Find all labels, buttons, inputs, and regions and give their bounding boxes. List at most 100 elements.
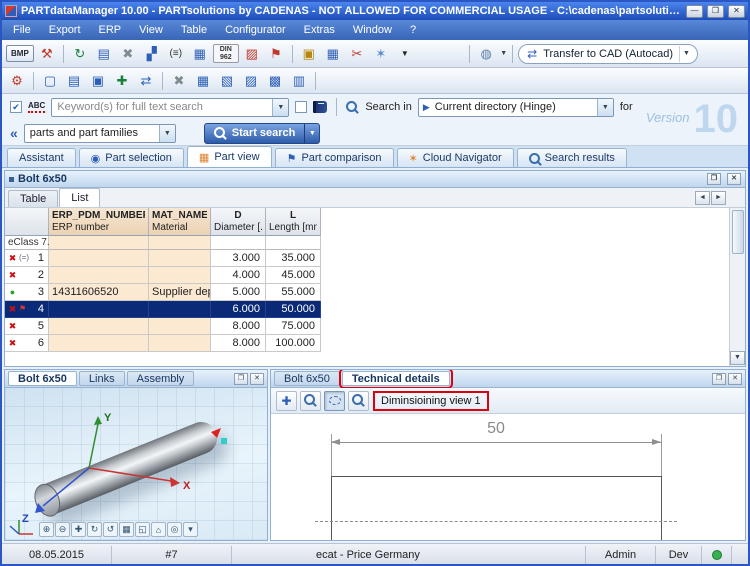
- pan-icon[interactable]: ✚: [71, 522, 86, 537]
- fulltext-checkbox[interactable]: ✔: [10, 101, 22, 113]
- tab-assembly[interactable]: Assembly: [127, 371, 195, 386]
- table-row-6[interactable]: ✖ 6 8.000 100.000: [5, 335, 321, 352]
- column-header-diameter[interactable]: D Diameter [...: [211, 208, 266, 236]
- form-view-icon[interactable]: ▧: [216, 71, 238, 91]
- table-view-icon[interactable]: ▦: [192, 71, 214, 91]
- export-bmp-button[interactable]: BMP: [6, 45, 34, 62]
- table-row-3[interactable]: ● 3 14311606520 Supplier depenc 5.000 55…: [5, 284, 321, 301]
- trash-icon[interactable]: ✖: [168, 71, 190, 91]
- tab-search-results[interactable]: Search results: [517, 148, 627, 167]
- delete-icon[interactable]: ✖: [117, 44, 139, 64]
- rotate-ccw-icon[interactable]: ↺: [103, 522, 118, 537]
- menu-export[interactable]: Export: [40, 21, 90, 39]
- panel-close-button[interactable]: ✕: [728, 373, 742, 385]
- scroll-left-button[interactable]: ◄: [695, 191, 710, 205]
- table-row-5[interactable]: ✖ 5 8.000 75.000: [5, 318, 321, 335]
- cell-erp[interactable]: [49, 267, 149, 284]
- zoom-out-icon[interactable]: ⊖: [55, 522, 70, 537]
- cell-erp[interactable]: [49, 301, 149, 318]
- wrench-icon[interactable]: ⚒: [36, 44, 58, 64]
- cell-diameter[interactable]: 3.000: [211, 250, 266, 267]
- table-row-1[interactable]: ✖ (=) 1 3.000 35.000: [5, 250, 321, 267]
- transfer-to-cad-combo[interactable]: ⇄ Transfer to CAD (Autocad) ▼: [518, 44, 698, 64]
- cell-material[interactable]: [149, 301, 211, 318]
- table-panel-title-bar[interactable]: Bolt 6x50 ❐ ✕: [5, 171, 745, 188]
- cell-length[interactable]: 75.000: [266, 318, 321, 335]
- scroll-down-button[interactable]: ▼: [730, 351, 745, 365]
- catalog-checkbox[interactable]: [295, 101, 307, 113]
- tab-part-view[interactable]: ▦ Part view: [187, 146, 272, 167]
- cell-diameter[interactable]: 6.000: [211, 301, 266, 318]
- menu-configurator[interactable]: Configurator: [216, 21, 295, 39]
- cell-length[interactable]: 50.000: [266, 301, 321, 318]
- list-view-icon[interactable]: ▩: [264, 71, 286, 91]
- render-mode-icon[interactable]: ◎: [167, 522, 182, 537]
- more-tools-dropdown-icon[interactable]: ▼: [394, 44, 416, 64]
- catalog-book-icon[interactable]: [313, 101, 327, 113]
- cut-icon[interactable]: ✂: [346, 44, 368, 64]
- sphere-dropdown-icon[interactable]: ▼: [500, 50, 507, 57]
- keyword-search-input[interactable]: Keyword(s) for full text search ▼: [51, 98, 289, 117]
- cell-material[interactable]: [149, 267, 211, 284]
- new-doc-icon[interactable]: ▢: [39, 71, 61, 91]
- cell-material[interactable]: [149, 335, 211, 352]
- start-search-dropdown-icon[interactable]: ▼: [304, 124, 319, 143]
- tab-part-selection[interactable]: ◉ Part selection: [79, 148, 184, 167]
- fit-view-icon[interactable]: ◱: [135, 522, 150, 537]
- cell-material[interactable]: [149, 318, 211, 335]
- close-button[interactable]: ✕: [728, 5, 745, 18]
- vertical-scrollbar[interactable]: ▼: [729, 208, 745, 366]
- more-icon[interactable]: ▾: [183, 522, 198, 537]
- tab-bolt-3d[interactable]: Bolt 6x50: [8, 371, 77, 386]
- wand-icon[interactable]: ✶: [370, 44, 392, 64]
- zoom-tool-icon[interactable]: [348, 391, 369, 411]
- tab-technical-details[interactable]: Technical details: [342, 371, 450, 386]
- cell-length[interactable]: 55.000: [266, 284, 321, 301]
- table-icon[interactable]: ▦: [322, 44, 344, 64]
- cell-erp[interactable]: 14311606520: [49, 284, 149, 301]
- select-view-tool-icon[interactable]: [324, 391, 345, 411]
- link-icon[interactable]: ⇄: [135, 71, 157, 91]
- database-icon[interactable]: ▤: [93, 44, 115, 64]
- scrollbar-thumb[interactable]: [732, 210, 744, 254]
- tab-links[interactable]: Links: [79, 371, 125, 386]
- cell-erp[interactable]: [49, 335, 149, 352]
- directory-dropdown-icon[interactable]: ▼: [597, 99, 613, 116]
- tab-list[interactable]: List: [59, 188, 100, 207]
- column-header-length[interactable]: L Length [mm]: [266, 208, 321, 236]
- panel-close-button[interactable]: ✕: [727, 173, 741, 185]
- dimensioning-view-label[interactable]: Diminsioining view 1: [376, 394, 486, 408]
- cell-length[interactable]: 45.000: [266, 267, 321, 284]
- tab-part-comparison[interactable]: ⚑ Part comparison: [275, 148, 394, 167]
- zoom-in-icon[interactable]: ⊕: [39, 522, 54, 537]
- stamp-icon[interactable]: ▨: [241, 44, 263, 64]
- viewport-3d[interactable]: Y X Z ⊕ ⊖ ✚ ↻: [5, 388, 267, 540]
- minimize-button[interactable]: —: [686, 5, 703, 18]
- maximize-button[interactable]: ❐: [707, 5, 724, 18]
- menu-help[interactable]: ?: [401, 21, 425, 39]
- flag-icon[interactable]: ⚑: [265, 44, 287, 64]
- menu-erp[interactable]: ERP: [90, 21, 131, 39]
- cell-diameter[interactable]: 4.000: [211, 267, 266, 284]
- rotate-cw-icon[interactable]: ↻: [87, 522, 102, 537]
- cell-length[interactable]: 35.000: [266, 250, 321, 267]
- home-view-icon[interactable]: ⌂: [151, 522, 166, 537]
- cell-material[interactable]: [149, 250, 211, 267]
- cell-material[interactable]: Supplier depenc: [149, 284, 211, 301]
- columns-icon[interactable]: ▥: [288, 71, 310, 91]
- column-header-erp[interactable]: ERP_PDM_NUMBER ERP number: [49, 208, 149, 236]
- scroll-right-button[interactable]: ►: [711, 191, 726, 205]
- panel-float-button[interactable]: ❐: [707, 173, 721, 185]
- menu-view[interactable]: View: [130, 21, 172, 39]
- tab-table[interactable]: Table: [8, 190, 58, 207]
- move-tool-icon[interactable]: ✚: [276, 391, 297, 411]
- cell-erp[interactable]: [49, 250, 149, 267]
- panel-close-button[interactable]: ✕: [250, 373, 264, 385]
- add-icon[interactable]: ✚: [111, 71, 133, 91]
- statistics-icon[interactable]: ▞: [141, 44, 163, 64]
- sphere-icon[interactable]: ◍: [475, 44, 497, 64]
- search-directory-combo[interactable]: ▶ Current directory (Hinge) ▼: [418, 98, 614, 117]
- cell-diameter[interactable]: 5.000: [211, 284, 266, 301]
- panel-float-button[interactable]: ❐: [712, 373, 726, 385]
- menu-file[interactable]: File: [4, 21, 40, 39]
